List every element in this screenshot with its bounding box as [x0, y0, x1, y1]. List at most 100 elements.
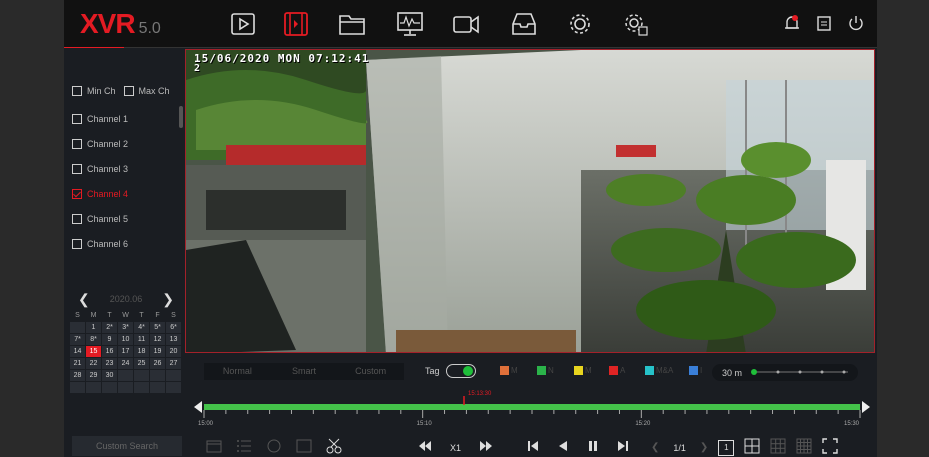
fullscreen-icon[interactable] [822, 438, 839, 457]
calendar-day[interactable]: 2* [102, 322, 117, 333]
pos-icon[interactable] [296, 439, 312, 456]
channel-checkbox[interactable] [72, 139, 82, 149]
channel-item[interactable]: Channel 5 [72, 214, 128, 224]
mode-tab[interactable]: Smart [271, 363, 338, 380]
channel-checkbox[interactable] [72, 189, 82, 199]
layout-9-icon[interactable] [770, 438, 786, 457]
calendar-day[interactable]: 28 [70, 370, 85, 381]
reverse-play-icon[interactable] [557, 440, 569, 455]
legend-checkbox[interactable] [500, 366, 509, 375]
legend-item[interactable]: M [500, 366, 518, 375]
calendar-day[interactable]: 4* [134, 322, 149, 333]
channel-scrollbar[interactable] [179, 106, 183, 128]
calendar-day[interactable]: 18 [134, 346, 149, 357]
channel-item[interactable]: Channel 6 [72, 239, 128, 249]
channel-label: Channel 6 [87, 239, 129, 249]
calendar-day[interactable]: 25 [134, 358, 149, 369]
pause-icon[interactable] [587, 440, 599, 455]
calendar-day[interactable]: 16 [102, 346, 117, 357]
list-icon[interactable] [236, 439, 252, 456]
calendar-day[interactable]: 13 [166, 334, 181, 345]
calendar-day[interactable]: 1 [86, 322, 101, 333]
calendar-day[interactable]: 17 [118, 346, 133, 357]
max-ch-checkbox[interactable] [123, 86, 134, 96]
mode-tab[interactable]: Normal [204, 363, 271, 380]
document-icon[interactable] [815, 14, 833, 32]
min-ch-label: Min Ch [87, 86, 116, 96]
legend-item[interactable]: I [689, 366, 702, 375]
prev-frame-icon[interactable] [527, 440, 539, 455]
channel-item[interactable]: Channel 2 [72, 139, 128, 149]
calendar-day[interactable]: 21 [70, 358, 85, 369]
calendar-day[interactable]: 10 [118, 334, 133, 345]
next-month-icon[interactable]: ❯ [162, 291, 174, 308]
calendar-day[interactable]: 29 [86, 370, 101, 381]
prev-page-icon[interactable]: ❮ [651, 442, 659, 453]
inbox-icon[interactable] [508, 10, 540, 38]
min-ch-checkbox[interactable] [72, 86, 82, 96]
calendar-day[interactable]: 3* [118, 322, 133, 333]
layout-16-icon[interactable] [796, 438, 812, 457]
power-icon[interactable] [847, 14, 865, 32]
calendar-day[interactable]: 23 [102, 358, 117, 369]
calendar-day[interactable]: 8* [86, 334, 101, 345]
face-icon[interactable] [266, 439, 282, 456]
calendar-day[interactable]: 30 [102, 370, 117, 381]
channel-checkbox[interactable] [72, 214, 82, 224]
channel-checkbox[interactable] [72, 164, 82, 174]
legend-item[interactable]: M&A [645, 366, 673, 375]
calendar-day[interactable]: 6* [166, 322, 181, 333]
timeline-zoom-slider[interactable]: 30 m [712, 364, 858, 381]
alarm-icon[interactable] [783, 14, 801, 32]
calendar-day[interactable]: 7* [70, 334, 85, 345]
channel-item[interactable]: Channel 1 [72, 114, 128, 124]
calendar-day[interactable]: 5* [150, 322, 165, 333]
prev-month-icon[interactable]: ❮ [78, 291, 90, 308]
channel-checkbox[interactable] [72, 239, 82, 249]
legend-checkbox[interactable] [645, 366, 654, 375]
gear-icon[interactable] [564, 10, 596, 38]
calendar-day[interactable]: 24 [118, 358, 133, 369]
calendar-day[interactable]: 15 [86, 346, 101, 357]
legend-checkbox[interactable] [574, 366, 583, 375]
tag-toggle[interactable] [445, 364, 476, 378]
folder-icon[interactable] [336, 10, 368, 38]
legend-checkbox[interactable] [689, 366, 698, 375]
calendar-day[interactable]: 20 [166, 346, 181, 357]
calendar-day[interactable]: 14 [70, 346, 85, 357]
channel-checkbox[interactable] [72, 114, 82, 124]
fast-forward-icon[interactable] [479, 440, 493, 455]
next-page-icon[interactable]: ❯ [700, 442, 708, 453]
camera-icon[interactable] [450, 10, 482, 38]
legend-checkbox[interactable] [537, 366, 546, 375]
calendar-day[interactable]: 12 [150, 334, 165, 345]
calendar-day[interactable]: 26 [150, 358, 165, 369]
channel-item[interactable]: Channel 4 [72, 189, 128, 199]
mode-tab[interactable]: Custom [337, 363, 404, 380]
scissors-icon[interactable] [326, 438, 342, 457]
monitor-icon[interactable] [394, 10, 426, 38]
playback-controls: X1 ❮ 1/1 ❯ 1 [418, 438, 839, 457]
calendar-day[interactable]: 11 [134, 334, 149, 345]
legend-item[interactable]: A [609, 366, 625, 375]
live-view-icon[interactable] [228, 10, 260, 38]
legend-item[interactable]: N [537, 366, 554, 375]
calendar-day[interactable]: 22 [86, 358, 101, 369]
layout-1-icon[interactable]: 1 [718, 439, 735, 456]
legend-item[interactable]: M [574, 366, 592, 375]
video-view[interactable]: 15/06/2020 MON 07:12:41 2 [185, 49, 875, 353]
calendar-day[interactable]: 19 [150, 346, 165, 357]
settings-gear-icon[interactable] [620, 10, 652, 38]
layout-4-icon[interactable] [744, 438, 760, 457]
clip-icon[interactable] [206, 439, 222, 456]
calendar-day[interactable]: 9 [102, 334, 117, 345]
next-frame-icon[interactable] [617, 440, 629, 455]
playback-icon[interactable] [280, 10, 312, 38]
rewind-icon[interactable] [418, 440, 432, 455]
timeline-right-arrow[interactable] [862, 401, 870, 413]
timeline-left-arrow[interactable] [194, 401, 202, 413]
custom-search-button[interactable]: Custom Search [72, 436, 182, 456]
channel-item[interactable]: Channel 3 [72, 164, 128, 174]
legend-checkbox[interactable] [609, 366, 618, 375]
calendar-day[interactable]: 27 [166, 358, 181, 369]
